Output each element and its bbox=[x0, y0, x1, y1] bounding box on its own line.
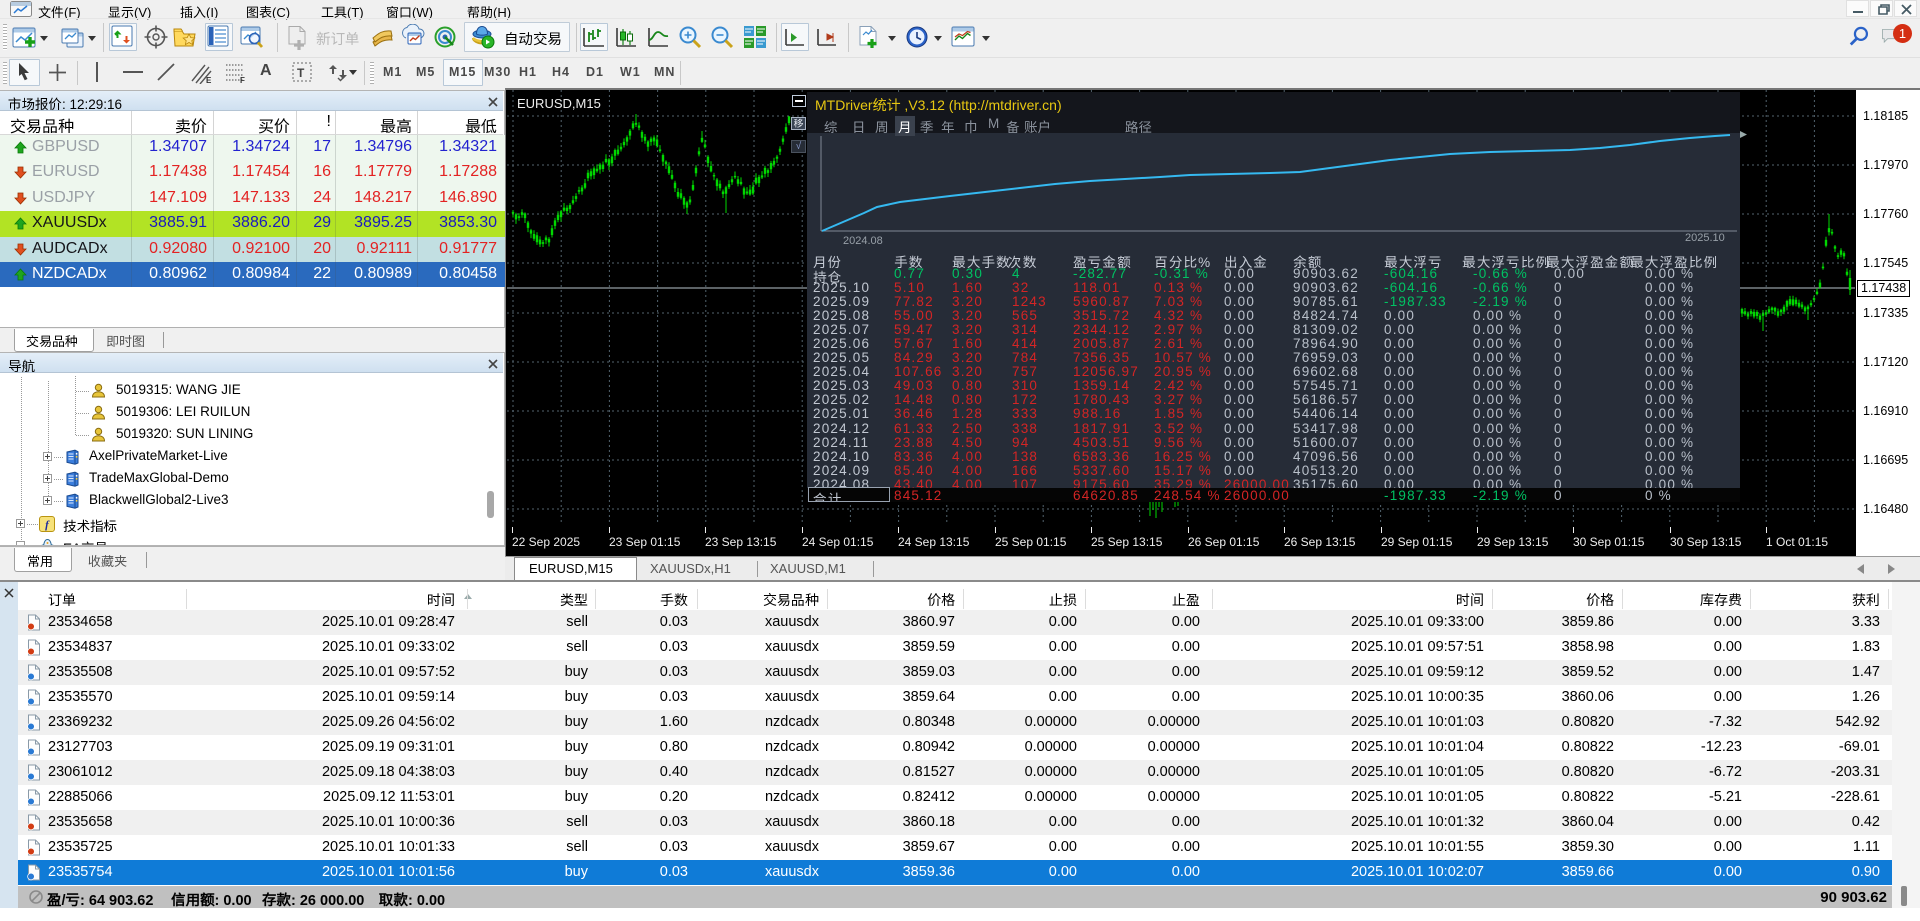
svg-text:T: T bbox=[297, 66, 305, 80]
svg-text:E: E bbox=[206, 76, 212, 84]
svg-text:F: F bbox=[240, 76, 245, 84]
